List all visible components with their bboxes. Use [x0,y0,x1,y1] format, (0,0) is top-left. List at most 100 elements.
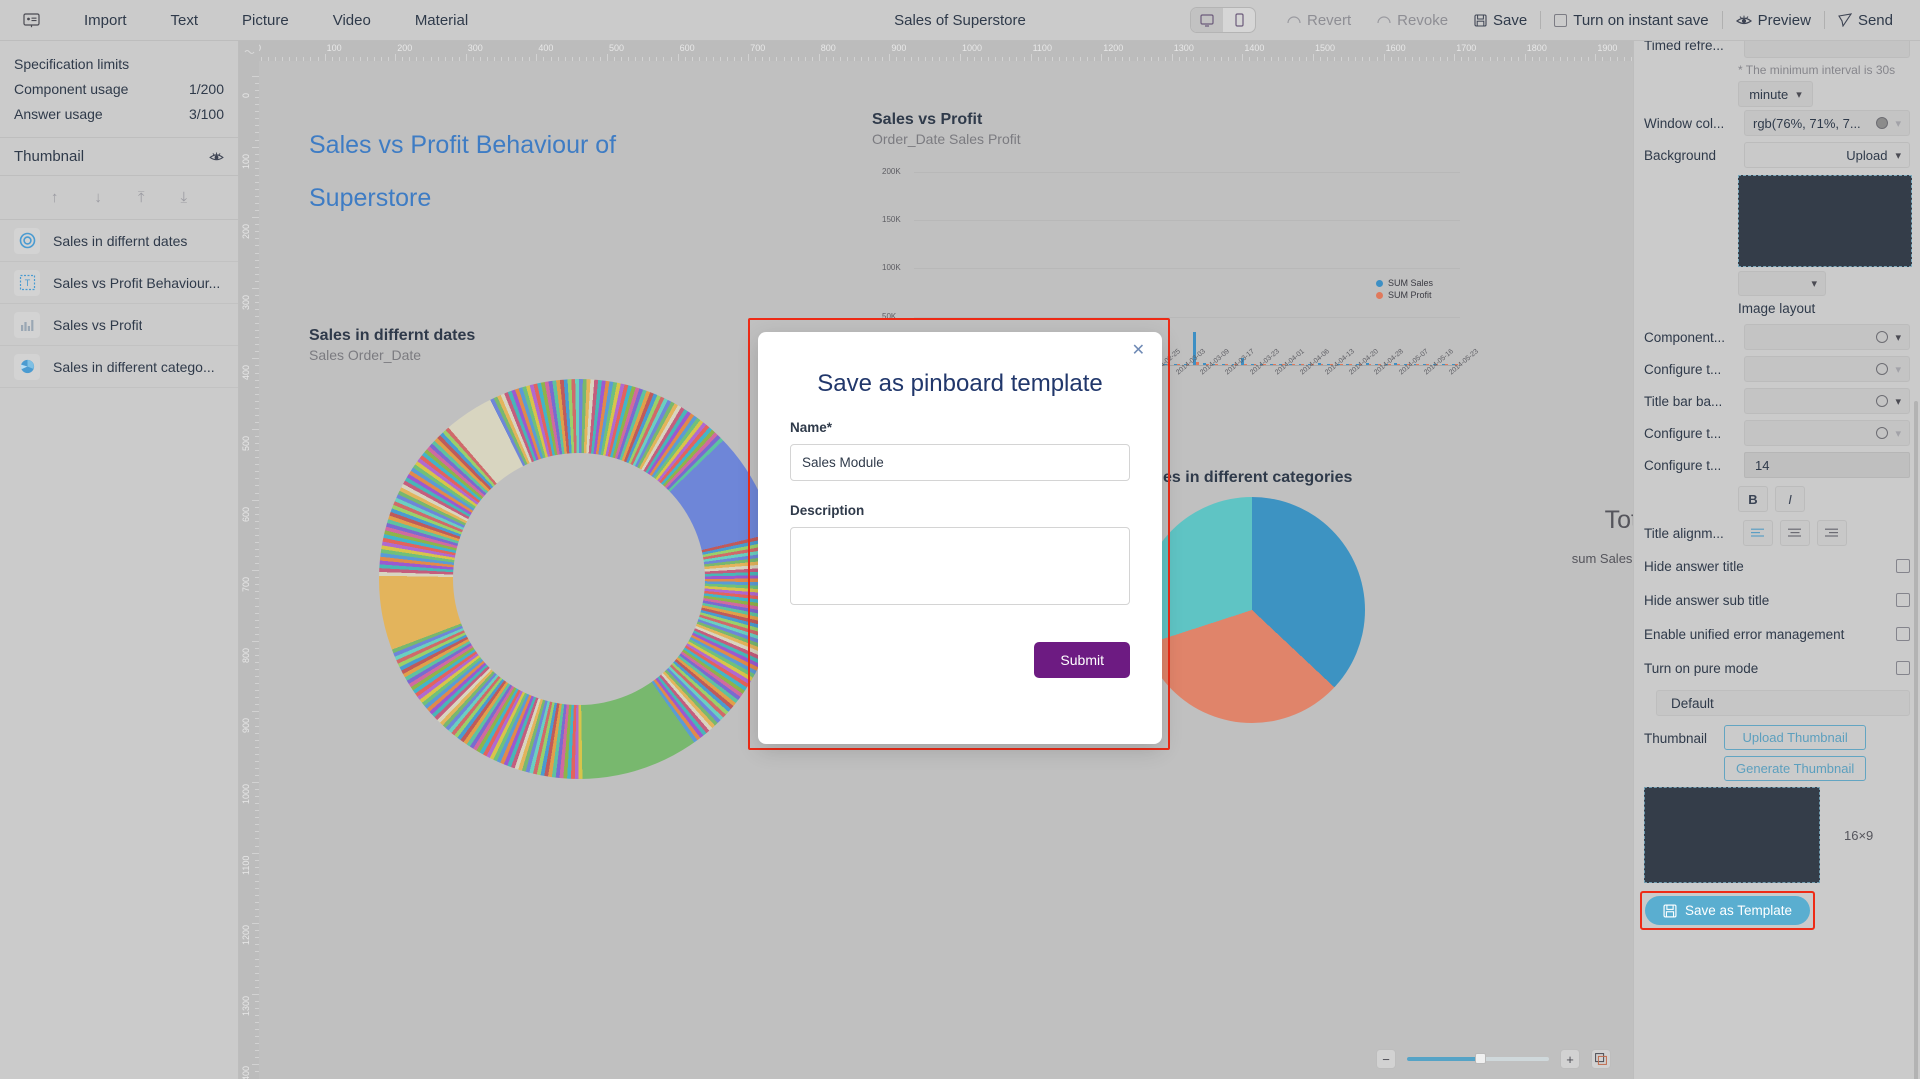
right-properties-panel[interactable]: Timed refre... * The minimum interval is… [1633,41,1920,1079]
description-textarea[interactable] [790,527,1130,605]
align-center-icon[interactable] [1780,520,1810,546]
zoom-in-button[interactable]: + [1560,1049,1580,1069]
move-to-top-icon[interactable]: ⤒ [138,189,145,206]
ruler-tick [252,217,259,219]
font-size-row: Configure t... 14 [1634,449,1920,481]
instant-save-toggle[interactable]: Turn on instant save [1541,12,1721,29]
arrow-down-icon[interactable]: ↓ [94,189,102,206]
title-alignment-label: Title alignm... [1644,525,1724,541]
text-format-tools: B I [1634,481,1920,517]
instant-save-checkbox[interactable] [1554,13,1568,27]
legend-item-sum-profit[interactable]: SUM Profit [1376,289,1433,301]
menu-item-material[interactable]: Material [393,12,490,29]
sidebar-item-sales-vs-profit[interactable]: Sales vs Profit [0,304,238,346]
title-bar-background-row: Title bar ba... ▾ [1634,385,1920,417]
font-size-input[interactable]: 14 [1744,452,1910,478]
send-button[interactable]: Send [1825,12,1906,29]
ruler-tick [395,54,397,61]
device-mobile-icon[interactable] [1223,8,1255,32]
ruler-tick [252,1064,259,1066]
eye-icon[interactable] [209,152,224,162]
zoom-controls: − + [1376,1049,1611,1069]
configure-title-select-1[interactable]: ▾ [1744,356,1910,382]
chart-gridline [914,268,1460,270]
hide-answer-title-checkbox[interactable] [1896,559,1910,573]
save-button[interactable]: Save [1461,12,1540,29]
device-desktop-icon[interactable] [1190,8,1223,32]
color-swatch-icon[interactable] [1876,363,1889,375]
italic-button[interactable]: I [1775,486,1805,512]
background-image-dropzone[interactable] [1738,175,1912,267]
chart-sales-in-different-categories[interactable]: Sales in different categories [1119,441,1519,761]
ruler-corner-icon[interactable] [239,41,259,61]
thumbnail-ratio-label: 16×9 [1844,827,1874,843]
title-bar-background-select[interactable]: ▾ [1744,388,1910,414]
menu-item-video[interactable]: Video [311,12,393,29]
menu-item-text[interactable]: Text [149,12,221,29]
legend-item-sum-sales[interactable]: SUM Sales [1376,277,1433,289]
sidebar-item-sales-in-differnt-dates[interactable]: Sales in differnt dates [0,220,238,262]
color-swatch-icon[interactable] [1876,395,1889,407]
unified-error-management-checkbox[interactable] [1896,627,1910,641]
close-icon[interactable]: ✕ [1132,343,1145,359]
save-as-template-button[interactable]: Save as Template [1645,896,1811,925]
generate-thumbnail-button[interactable]: Generate Thumbnail [1724,756,1867,781]
menu-item-import[interactable]: Import [62,12,149,29]
pure-mode-checkbox[interactable] [1896,661,1910,675]
chart-gridline [914,219,1460,221]
align-right-icon[interactable] [1817,520,1847,546]
undo-arrow-icon [1287,15,1301,25]
chevron-down-icon: ▾ [1895,395,1901,408]
color-swatch-icon[interactable] [1876,117,1889,129]
upload-thumbnail-button[interactable]: Upload Thumbnail [1724,725,1867,750]
configure-title-select-2[interactable]: ▾ [1744,420,1910,446]
align-left-icon[interactable] [1743,520,1773,546]
sidebar-item-sales-vs-profit-behaviour[interactable]: T Sales vs Profit Behaviour... [0,262,238,304]
hide-answer-sub-title-checkbox[interactable] [1896,593,1910,607]
arrow-up-icon[interactable]: ↑ [51,189,59,206]
ruler-tick [252,570,259,572]
ruler-tick [818,54,820,61]
preview-button[interactable]: Preview [1723,12,1824,29]
right-panel-scrollbar[interactable] [1914,401,1918,1079]
move-to-bottom-icon[interactable]: ⤓ [181,189,188,206]
ruler-tick [1454,54,1456,61]
window-color-select[interactable]: rgb(76%, 71%, 7... ▾ [1744,110,1910,136]
background-select[interactable]: Upload ▾ [1744,142,1910,168]
timed-refresh-label: Timed refre... [1644,41,1724,53]
app-logo[interactable] [0,12,62,28]
sidebar-item-label: Sales vs Profit Behaviour... [53,274,221,291]
name-input[interactable] [790,444,1130,481]
thumbnail-preview[interactable] [1644,787,1820,883]
default-theme-select[interactable]: Default [1656,690,1910,716]
slide-headline[interactable]: Sales vs Profit Behaviour of Superstore [309,119,729,225]
zoom-slider[interactable] [1407,1053,1549,1064]
bold-button[interactable]: B [1738,486,1768,512]
configure-title-row-2: Configure t... ▾ [1634,417,1920,449]
menu-item-picture[interactable]: Picture [220,12,311,29]
ruler-tick [1383,54,1385,61]
ruler-tick [252,76,259,77]
ruler-label: 1000 [241,783,251,804]
revoke-button[interactable]: Revoke [1364,12,1461,29]
color-swatch-icon[interactable] [1876,427,1889,439]
ruler-tick [252,852,259,854]
timed-refresh-input[interactable] [1744,41,1910,58]
color-swatch-icon[interactable] [1876,331,1889,343]
zoom-out-button[interactable]: − [1376,1049,1396,1069]
ruler-label: 200 [241,224,251,240]
configure-title-label-1: Configure t... [1644,361,1722,377]
submit-button[interactable]: Submit [1034,642,1130,678]
ruler-label: 1200 [241,925,251,946]
device-toggle[interactable] [1189,7,1256,33]
revert-button[interactable]: Revert [1274,12,1364,29]
ruler-label: 1700 [1456,43,1477,53]
background-fit-select[interactable]: ▾ [1738,271,1826,296]
component-label: Component... [1644,329,1726,345]
ruler-label: 900 [241,718,251,734]
sidebar-item-sales-in-different-categories[interactable]: Sales in different catego... [0,346,238,388]
fit-screen-icon[interactable] [1591,1049,1611,1069]
zoom-slider-handle[interactable] [1475,1053,1486,1064]
interval-unit-select[interactable]: minute ▾ [1738,81,1813,107]
component-select[interactable]: ▾ [1744,324,1910,350]
